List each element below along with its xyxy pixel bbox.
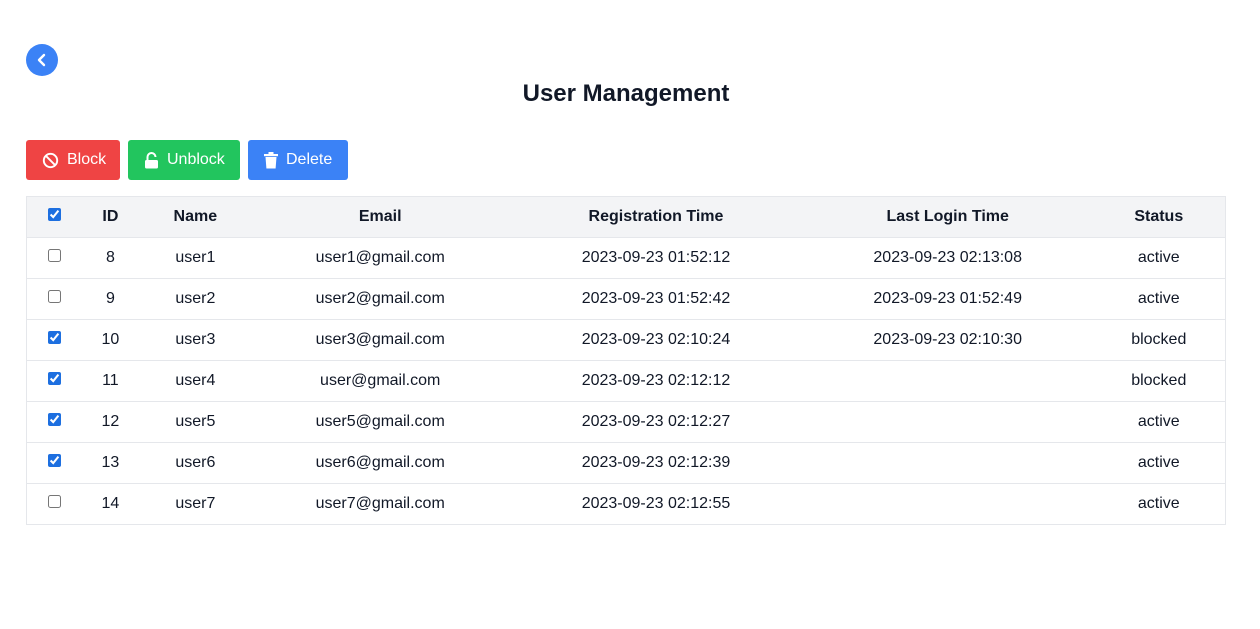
column-header-id: ID <box>81 196 140 238</box>
cell-id: 12 <box>81 401 140 443</box>
cell-id: 13 <box>81 442 140 484</box>
table-row[interactable]: 9 user2 user2@gmail.com 2023-09-23 01:52… <box>26 278 1226 320</box>
cell-last-login-time: 2023-09-23 01:52:49 <box>802 278 1093 320</box>
cell-last-login-time: 2023-09-23 02:13:08 <box>802 237 1093 279</box>
column-header-name: Name <box>139 196 252 238</box>
cell-registration-time: 2023-09-23 02:12:55 <box>509 483 803 525</box>
cell-last-login-time <box>802 442 1093 484</box>
cell-status: active <box>1092 237 1226 279</box>
cell-registration-time: 2023-09-23 02:12:39 <box>509 442 803 484</box>
trash-icon <box>264 151 278 169</box>
cell-status: active <box>1092 278 1226 320</box>
cell-name: user4 <box>139 360 252 402</box>
cell-status: active <box>1092 483 1226 525</box>
table-row[interactable]: 8 user1 user1@gmail.com 2023-09-23 01:52… <box>26 237 1226 279</box>
cell-name: user5 <box>139 401 252 443</box>
cell-registration-time: 2023-09-23 02:10:24 <box>509 319 803 361</box>
table-row[interactable]: 11 user4 user@gmail.com 2023-09-23 02:12… <box>26 360 1226 402</box>
cell-status: active <box>1092 442 1226 484</box>
cell-status: active <box>1092 401 1226 443</box>
cell-registration-time: 2023-09-23 02:12:27 <box>509 401 803 443</box>
table-header-row: ID Name Email Registration Time Last Log… <box>26 196 1226 238</box>
block-button[interactable]: Block <box>26 140 120 180</box>
row-select-cell <box>26 401 82 443</box>
unblock-button[interactable]: Unblock <box>128 140 240 180</box>
ban-icon <box>42 152 59 169</box>
cell-status: blocked <box>1092 319 1226 361</box>
chevron-left-icon <box>34 52 50 68</box>
back-button[interactable] <box>26 44 58 76</box>
cell-status: blocked <box>1092 360 1226 402</box>
cell-name: user1 <box>139 237 252 279</box>
cell-email: user3@gmail.com <box>251 319 510 361</box>
cell-last-login-time: 2023-09-23 02:10:30 <box>802 319 1093 361</box>
row-select-cell <box>26 442 82 484</box>
cell-email: user1@gmail.com <box>251 237 510 279</box>
select-all-checkbox[interactable] <box>47 208 61 221</box>
cell-registration-time: 2023-09-23 01:52:42 <box>509 278 803 320</box>
cell-last-login-time <box>802 401 1093 443</box>
row-select-cell <box>26 483 82 525</box>
row-checkbox[interactable] <box>47 413 61 426</box>
unblock-button-label: Unblock <box>167 151 225 168</box>
column-header-status: Status <box>1092 196 1226 238</box>
row-select-cell <box>26 360 82 402</box>
page-title: User Management <box>522 80 730 107</box>
delete-button-label: Delete <box>286 151 333 168</box>
row-select-cell <box>26 237 82 279</box>
cell-name: user2 <box>139 278 252 320</box>
cell-email: user6@gmail.com <box>251 442 510 484</box>
cell-last-login-time <box>802 360 1093 402</box>
cell-email: user@gmail.com <box>251 360 510 402</box>
cell-name: user6 <box>139 442 252 484</box>
row-checkbox[interactable] <box>47 372 61 385</box>
block-button-label: Block <box>67 151 107 168</box>
column-header-registration-time: Registration Time <box>509 196 803 238</box>
cell-name: user3 <box>139 319 252 361</box>
cell-email: user7@gmail.com <box>251 483 510 525</box>
row-checkbox[interactable] <box>47 331 61 344</box>
row-select-cell <box>26 278 82 320</box>
select-all-cell <box>26 196 82 238</box>
column-header-last-login-time: Last Login Time <box>802 196 1093 238</box>
cell-registration-time: 2023-09-23 02:12:12 <box>509 360 803 402</box>
toolbar: Block Unblock Delete <box>26 140 348 180</box>
cell-id: 10 <box>81 319 140 361</box>
cell-email: user2@gmail.com <box>251 278 510 320</box>
table-row[interactable]: 12 user5 user5@gmail.com 2023-09-23 02:1… <box>26 401 1226 443</box>
delete-button[interactable]: Delete <box>248 140 348 180</box>
users-table: ID Name Email Registration Time Last Log… <box>26 196 1226 525</box>
unlock-icon <box>144 151 159 169</box>
cell-id: 11 <box>81 360 140 402</box>
cell-id: 8 <box>81 237 140 279</box>
cell-id: 9 <box>81 278 140 320</box>
table-row[interactable]: 13 user6 user6@gmail.com 2023-09-23 02:1… <box>26 442 1226 484</box>
cell-last-login-time <box>802 483 1093 525</box>
cell-id: 14 <box>81 483 140 525</box>
cell-email: user5@gmail.com <box>251 401 510 443</box>
row-select-cell <box>26 319 82 361</box>
table-row[interactable]: 14 user7 user7@gmail.com 2023-09-23 02:1… <box>26 483 1226 525</box>
table-row[interactable]: 10 user3 user3@gmail.com 2023-09-23 02:1… <box>26 319 1226 361</box>
column-header-email: Email <box>251 196 510 238</box>
cell-name: user7 <box>139 483 252 525</box>
cell-registration-time: 2023-09-23 01:52:12 <box>509 237 803 279</box>
row-checkbox[interactable] <box>47 495 61 508</box>
row-checkbox[interactable] <box>47 249 61 262</box>
row-checkbox[interactable] <box>47 454 61 467</box>
row-checkbox[interactable] <box>47 290 61 303</box>
